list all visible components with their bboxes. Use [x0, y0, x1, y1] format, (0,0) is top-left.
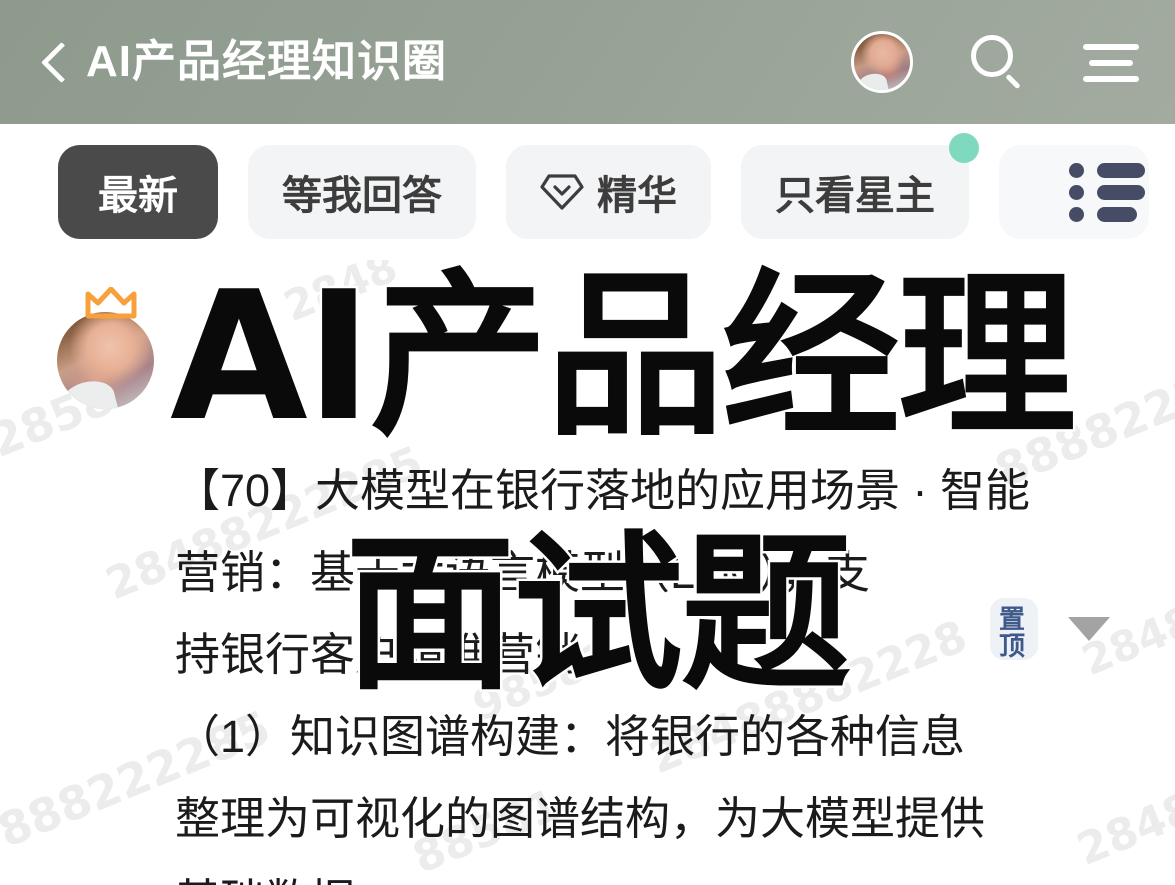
list-dot-2: [1069, 185, 1084, 200]
screen-root: AI产品经理知识圈 最新 等我回答 精华 只看星主 2858 284882222…: [0, 0, 1175, 885]
tab-latest-label: 最新: [98, 174, 178, 218]
list-dot-1: [1069, 163, 1084, 178]
menu-line-3: [1083, 76, 1139, 82]
page-title: AI产品经理知识圈: [86, 37, 447, 86]
search-ring: [971, 35, 1013, 77]
tab-essence-label: 精华: [597, 174, 677, 218]
app-header: AI产品经理知识圈: [0, 0, 1175, 124]
hamburger-menu-icon[interactable]: [1079, 38, 1141, 86]
menu-line-2: [1089, 60, 1133, 66]
post-line: 基础数据。: [175, 860, 1100, 885]
tab-essence[interactable]: 精华: [506, 145, 711, 239]
list-dot-3: [1069, 207, 1084, 222]
author-avatar[interactable]: [57, 312, 154, 409]
post-line: 营销：基于大语言模型（LLM），支: [175, 547, 871, 598]
notification-dot-badge: [949, 133, 979, 163]
chevron-left-icon[interactable]: [38, 38, 72, 86]
user-avatar[interactable]: [851, 31, 913, 93]
tab-owner-only[interactable]: 只看星主: [741, 133, 979, 239]
tab-awaiting-my-answer[interactable]: 等我回答: [248, 145, 476, 239]
tab-awaiting-label: 等我回答: [282, 174, 442, 218]
gem-icon: [540, 172, 584, 212]
list-view-icon[interactable]: [1069, 161, 1145, 223]
crown-icon: [85, 287, 137, 319]
tab-owner-only-label: 只看星主: [775, 174, 935, 218]
list-line-3: [1097, 207, 1137, 222]
search-icon[interactable]: [965, 31, 1027, 93]
post-card: 2858 28488222285 888222285 8888222285 284888…: [0, 260, 1175, 885]
list-line-2: [1097, 185, 1145, 200]
menu-line-1: [1083, 44, 1139, 50]
search-handle: [1005, 73, 1021, 90]
watermark-text: 2848: [277, 260, 404, 332]
tab-latest[interactable]: 最新: [58, 145, 218, 239]
post-body-text: 【70】大模型在银行落地的应用场景 · 智能 营销：基于大语言模型（LLM），支持…: [175, 450, 1100, 885]
post-line: （1）知识图谱构建：将银行的各种信息: [175, 711, 966, 762]
list-line-1: [1097, 163, 1145, 178]
header-actions: [851, 31, 1141, 93]
filter-tabbar: 最新 等我回答 精华 只看星主: [0, 124, 1175, 260]
post-line: 整理为可视化的图谱结构，为大模型提供: [175, 793, 986, 844]
post-line: 【70】大模型在银行落地的应用场景 · 智能: [175, 465, 1031, 516]
post-line: 持银行客户精准营销。: [175, 629, 626, 680]
